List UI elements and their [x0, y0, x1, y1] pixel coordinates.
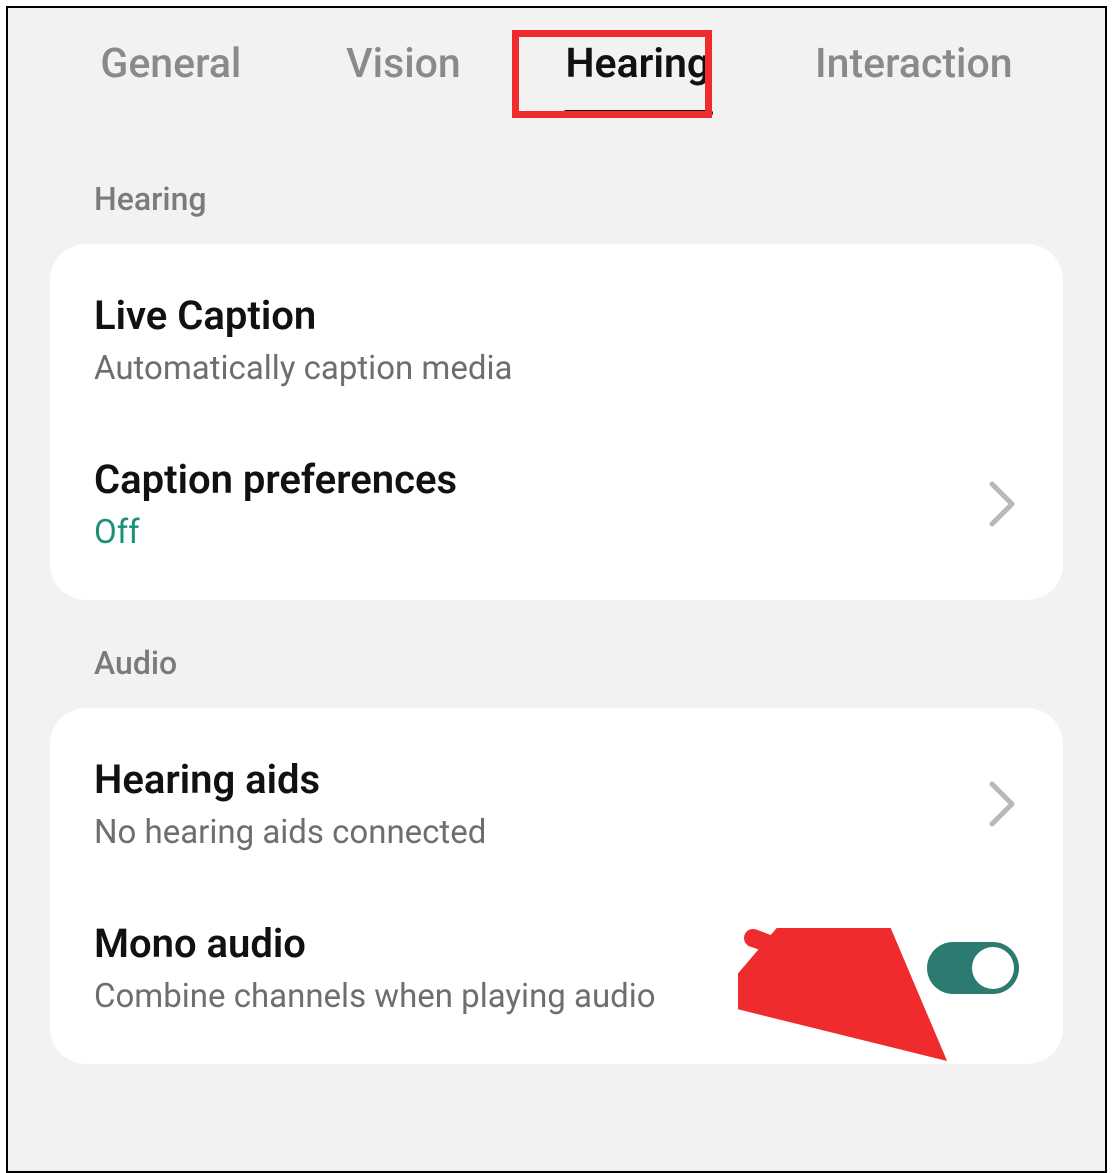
section-header-audio: Audio: [8, 600, 1105, 700]
tab-vision[interactable]: Vision: [336, 36, 471, 92]
settings-screen: General Vision Hearing Interaction Heari…: [6, 6, 1107, 1173]
tab-hearing[interactable]: Hearing: [556, 36, 721, 92]
row-title: Hearing aids: [94, 756, 985, 803]
tab-label: Vision: [346, 40, 461, 88]
row-live-caption[interactable]: Live Caption Automatically caption media: [50, 258, 1063, 422]
tab-active-indicator: [563, 110, 713, 116]
row-title: Mono audio: [94, 920, 927, 967]
card-audio: Hearing aids No hearing aids connected M…: [50, 708, 1063, 1064]
toggle-knob: [972, 947, 1014, 989]
tab-interaction[interactable]: Interaction: [805, 36, 1023, 92]
card-hearing: Live Caption Automatically caption media…: [50, 244, 1063, 600]
tab-label: General: [100, 40, 241, 88]
row-title: Caption preferences: [94, 456, 985, 503]
row-mono-audio[interactable]: Mono audio Combine channels when playing…: [50, 886, 1063, 1050]
section-header-hearing: Hearing: [8, 136, 1105, 236]
mono-audio-toggle[interactable]: [927, 942, 1019, 994]
chevron-right-icon: [985, 779, 1019, 829]
tab-label: Interaction: [815, 40, 1013, 88]
row-caption-preferences[interactable]: Caption preferences Off: [50, 422, 1063, 586]
chevron-right-icon: [985, 479, 1019, 529]
row-subtitle: Automatically caption media: [94, 349, 1019, 388]
row-status: Off: [94, 513, 985, 552]
tab-label: Hearing: [566, 40, 711, 88]
row-subtitle: No hearing aids connected: [94, 813, 985, 852]
tab-bar: General Vision Hearing Interaction: [8, 8, 1105, 136]
row-title: Live Caption: [94, 292, 1019, 339]
tab-general[interactable]: General: [90, 36, 251, 92]
row-hearing-aids[interactable]: Hearing aids No hearing aids connected: [50, 722, 1063, 886]
row-subtitle: Combine channels when playing audio: [94, 977, 927, 1016]
